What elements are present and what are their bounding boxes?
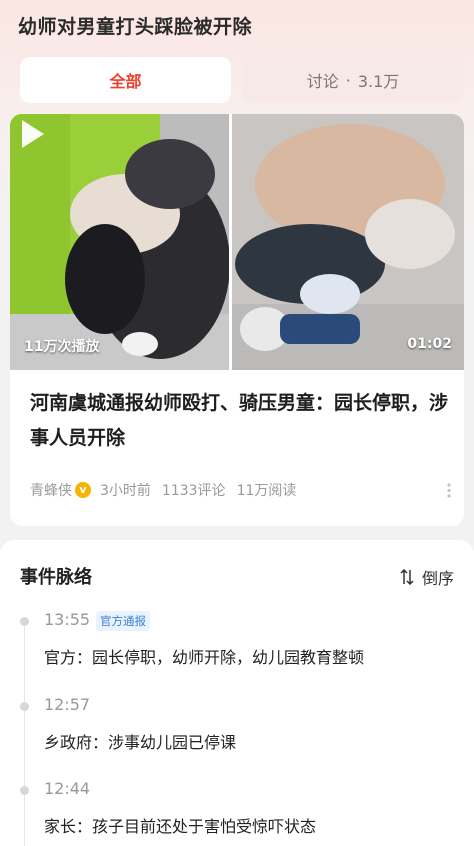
article-meta: 青蜂侠 v 3小时前 1133评论 11万阅读: [30, 480, 454, 500]
event-text[interactable]: 官方：园长停职，幼师开除，幼儿园教育整顿: [44, 644, 364, 668]
tab-all[interactable]: 全部: [20, 57, 231, 103]
sort-label: 倒序: [421, 569, 454, 588]
sort-order-icon: [400, 569, 414, 585]
news-card[interactable]: 11万次播放 01:02 河南虞城通报幼师殴打、骑压男童：园长停职，涉事人员开除…: [10, 114, 464, 526]
timeline-dot: [20, 702, 29, 711]
article-headline[interactable]: 河南虞城通报幼师殴打、骑压男童：园长停职，涉事人员开除: [30, 386, 450, 456]
event-text[interactable]: 乡政府：涉事幼儿园已停课: [44, 729, 236, 753]
tab-bar: 全部 讨论 · 3.1万: [20, 57, 464, 103]
event-time: 12:44: [44, 779, 91, 798]
source-name[interactable]: 青蜂侠: [30, 480, 72, 500]
more-options-icon[interactable]: [444, 480, 454, 500]
timeline-dot: [20, 786, 29, 795]
event-time: 12:57: [44, 695, 91, 714]
event-text[interactable]: 家长：孩子目前还处于害怕受惊吓状态: [44, 813, 316, 837]
official-notice-tag: 官方通报: [96, 611, 150, 631]
sort-toggle[interactable]: 倒序: [400, 565, 454, 589]
topic-title: 幼师对男童打头踩脸被开除: [18, 16, 253, 38]
comment-count: 1133评论: [161, 483, 226, 499]
tab-discuss[interactable]: 讨论 · 3.1万: [242, 57, 464, 103]
tab-discuss-label: 讨论: [306, 72, 339, 91]
tab-discuss-count: 3.1万: [357, 72, 400, 91]
video-thumbnail: [10, 114, 464, 370]
timeline-line: [24, 620, 25, 846]
play-icon[interactable]: [10, 114, 50, 154]
event-timeline: 事件脉络 倒序 13:55 官方通报 官方：园长停职，幼师开除，幼儿园教育整顿 …: [0, 540, 474, 846]
verified-badge-icon: v: [75, 482, 91, 498]
event-time: 13:55: [44, 610, 91, 629]
video-duration: 01:02: [407, 336, 452, 352]
timeline-dot: [20, 617, 29, 626]
tab-discuss-separator: ·: [345, 70, 351, 90]
video-player[interactable]: 11万次播放 01:02: [10, 114, 464, 370]
publish-time: 3小时前: [100, 483, 151, 499]
view-count: 11万次播放: [24, 339, 100, 355]
timeline-title: 事件脉络: [20, 567, 92, 588]
read-count: 11万阅读: [236, 483, 297, 499]
